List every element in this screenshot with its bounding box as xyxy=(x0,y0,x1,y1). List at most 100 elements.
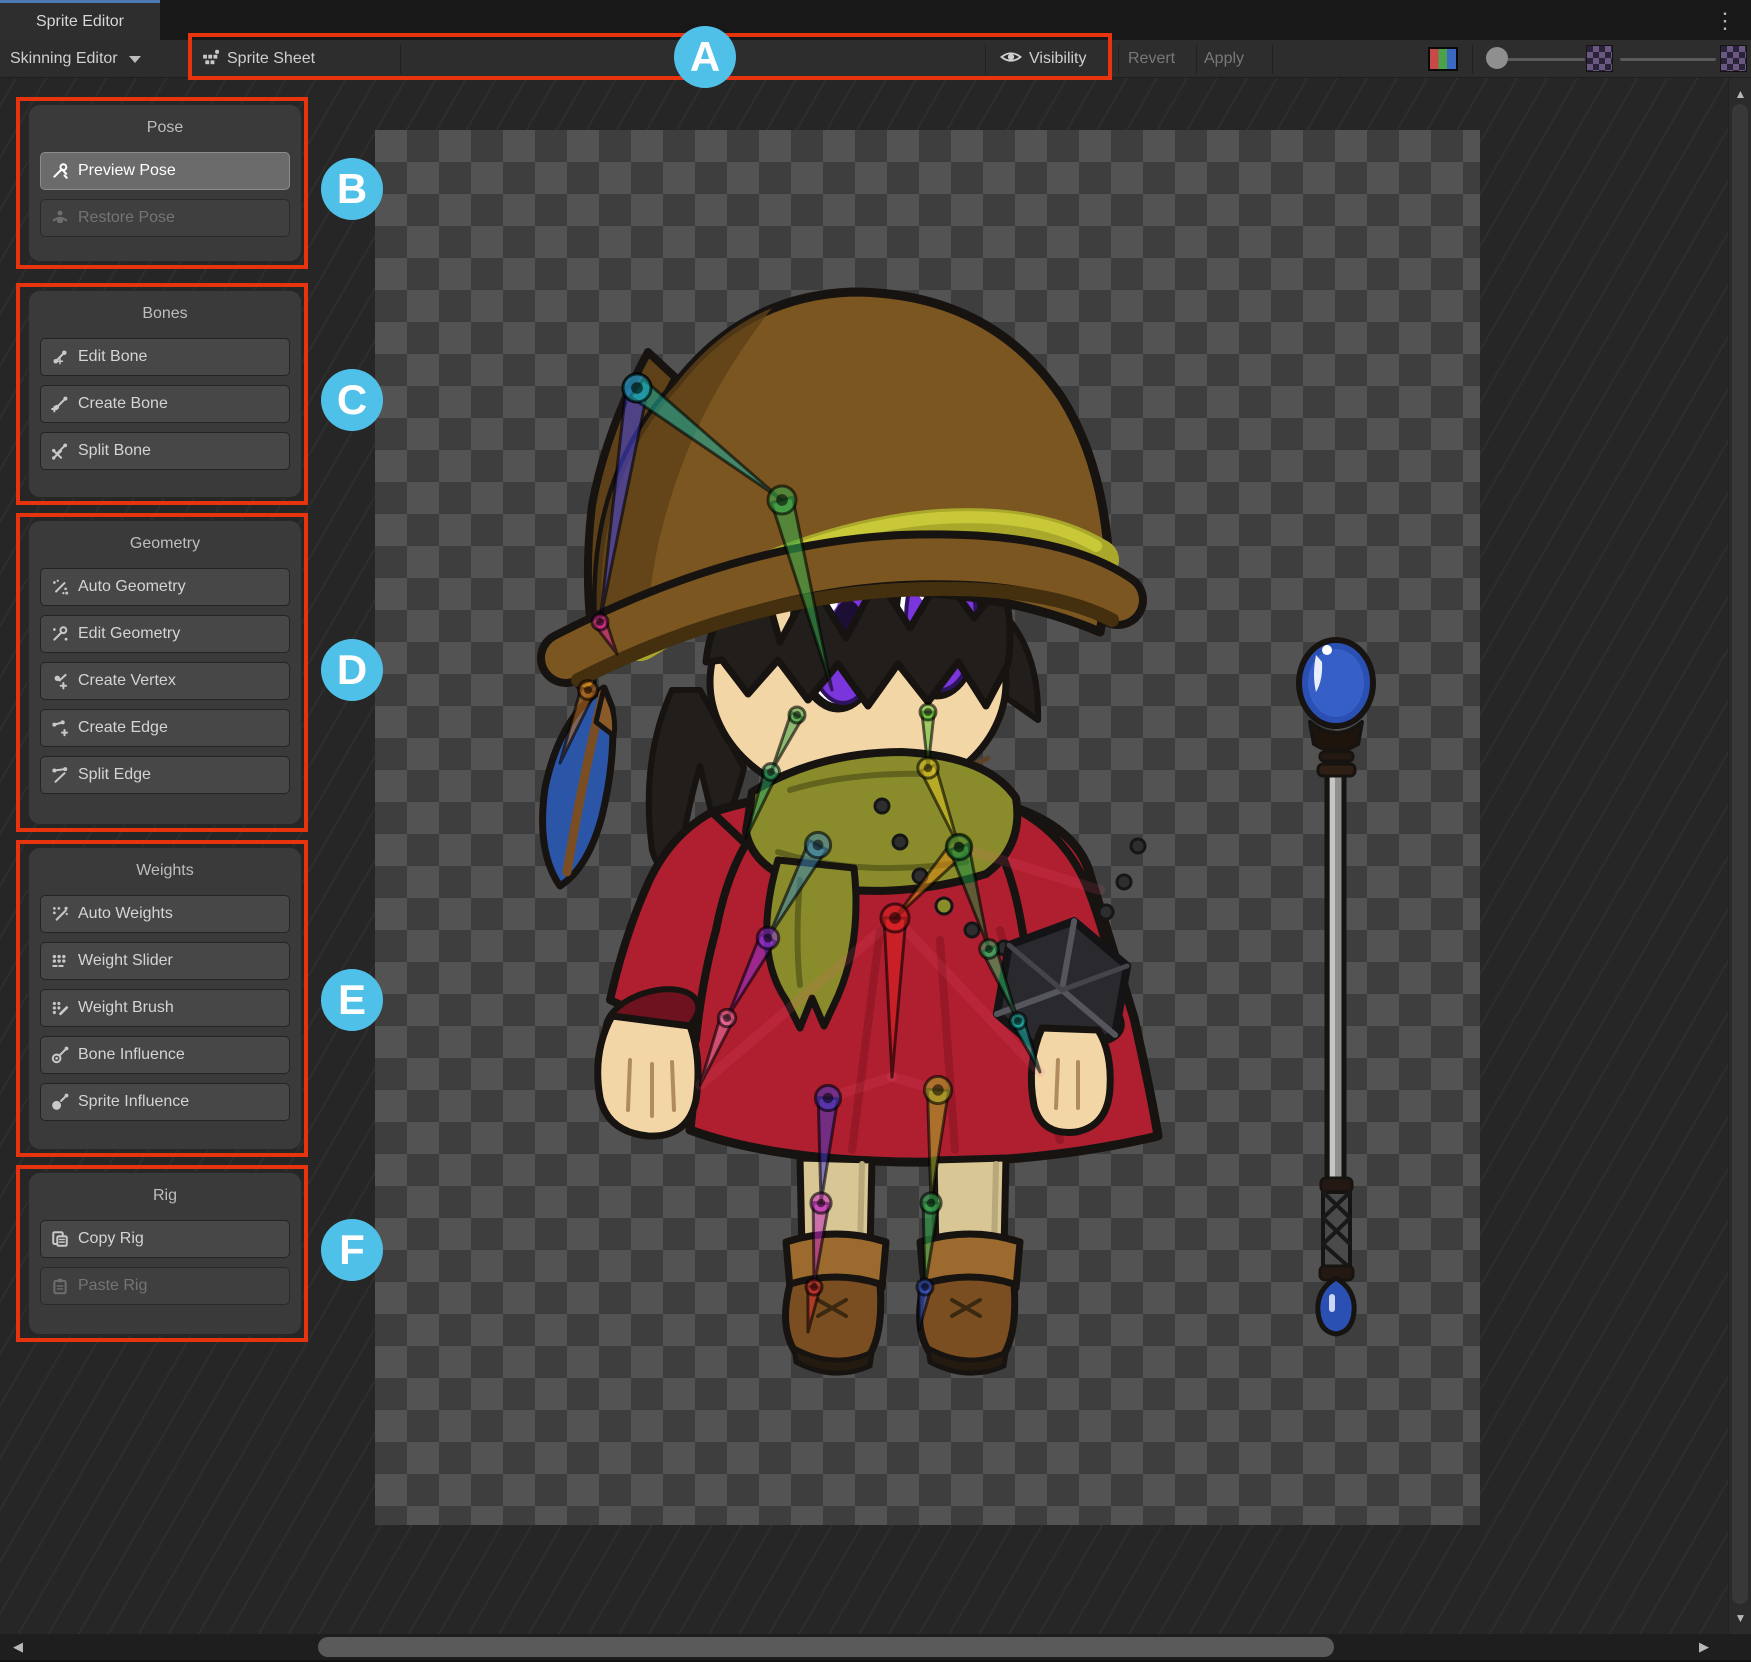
button-label: Create Edge xyxy=(78,719,168,737)
sprite-sheet-button[interactable]: Sprite Sheet xyxy=(202,40,315,78)
scroll-down-icon[interactable]: ▼ xyxy=(1729,1608,1751,1628)
bone-opacity-slider-track[interactable] xyxy=(1620,58,1716,61)
annotation-badge-d: D xyxy=(321,639,383,701)
edit-bone-button[interactable]: Edit Bone xyxy=(40,338,290,376)
weight-slider-button[interactable]: Weight Slider xyxy=(40,942,290,980)
geo-auto-icon xyxy=(51,578,69,596)
copy-rig-button[interactable]: Copy Rig xyxy=(40,1220,290,1258)
horizontal-scrollbar-thumb[interactable] xyxy=(318,1637,1334,1657)
toolbar-separator xyxy=(1472,44,1473,74)
vertical-scrollbar[interactable]: ▲ ▼ xyxy=(1728,78,1751,1634)
create-edge-button[interactable]: Create Edge xyxy=(40,709,290,747)
bone-edit-icon xyxy=(51,348,69,366)
scroll-right-icon[interactable]: ▶ xyxy=(1692,1634,1716,1660)
split-bone-button[interactable]: Split Bone xyxy=(40,432,290,470)
weight-brush-button[interactable]: Weight Brush xyxy=(40,989,290,1027)
revert-button[interactable]: Revert xyxy=(1128,40,1175,78)
auto-weights-button[interactable]: Auto Weights xyxy=(40,895,290,933)
button-label: Split Bone xyxy=(78,442,151,460)
bone-influence-button[interactable]: Bone Influence xyxy=(40,1036,290,1074)
auto-geometry-button[interactable]: Auto Geometry xyxy=(40,568,290,606)
paste-rig-button[interactable]: Paste Rig xyxy=(40,1267,290,1305)
bone-create-icon xyxy=(51,395,69,413)
sprite-sheet-label: Sprite Sheet xyxy=(227,50,315,68)
sprite-canvas[interactable] xyxy=(375,130,1480,1525)
sprite-opacity-slider-knob[interactable] xyxy=(1486,47,1508,69)
tools-icon xyxy=(51,162,69,180)
weights-auto-icon xyxy=(51,905,69,923)
copy-icon xyxy=(51,1230,69,1248)
button-label: Bone Influence xyxy=(78,1046,185,1064)
panel-weights: Weights Auto Weights Weight Slider Weight B… xyxy=(28,847,302,1150)
sprite-opacity-slider-track[interactable] xyxy=(1500,58,1585,61)
panel-title: Bones xyxy=(40,299,290,329)
kebab-menu-icon[interactable]: ⋮ xyxy=(1717,4,1733,38)
mode-dropdown[interactable]: Skinning Editor xyxy=(10,40,141,78)
tab-title: Sprite Editor xyxy=(36,13,124,31)
annotation-badge-b: B xyxy=(321,158,383,220)
create-vertex-button[interactable]: Create Vertex xyxy=(40,662,290,700)
weight-brush-icon xyxy=(51,999,69,1017)
edge-create-icon xyxy=(51,719,69,737)
chevron-down-icon xyxy=(129,56,141,63)
button-label: Auto Geometry xyxy=(78,578,186,596)
vertical-scrollbar-thumb[interactable] xyxy=(1732,104,1748,1604)
panel-pose: PosePreview PoseRestore Pose xyxy=(28,104,302,262)
tab-strip: Sprite Editor ⋮ xyxy=(0,0,1751,40)
preview-pose-button[interactable]: Preview Pose xyxy=(40,152,290,190)
panel-title: Weights xyxy=(40,856,290,886)
panel-bones: Bones Edit Bone Create Bone Split Bone xyxy=(28,290,302,498)
sprite-texture-icon xyxy=(1586,45,1613,72)
staff-sprite xyxy=(1299,640,1373,1334)
annotation-badge-e: E xyxy=(321,969,383,1031)
annotation-badge-c: C xyxy=(321,369,383,431)
split-edge-button[interactable]: Split Edge xyxy=(40,756,290,794)
mode-dropdown-label: Skinning Editor xyxy=(10,50,118,68)
visibility-button[interactable]: Visibility xyxy=(1000,40,1087,78)
paste-icon xyxy=(51,1277,69,1295)
edge-split-icon xyxy=(51,766,69,784)
bone-texture-icon xyxy=(1720,45,1747,72)
annotation-badge-a: A xyxy=(674,26,736,88)
horizontal-scrollbar[interactable]: ◀ ▶ xyxy=(0,1634,1751,1660)
button-label: Auto Weights xyxy=(78,905,173,923)
toolbar-separator xyxy=(1196,44,1197,74)
scroll-left-icon[interactable]: ◀ xyxy=(6,1634,30,1660)
panel-title: Rig xyxy=(40,1181,290,1211)
button-label: Copy Rig xyxy=(78,1230,144,1248)
sprite-sheet-icon xyxy=(202,48,220,71)
sprite-influence-icon xyxy=(51,1093,69,1111)
button-label: Weight Slider xyxy=(78,952,173,970)
button-label: Edit Geometry xyxy=(78,625,180,643)
button-label: Weight Brush xyxy=(78,999,174,1017)
button-label: Sprite Influence xyxy=(78,1093,189,1111)
apply-button[interactable]: Apply xyxy=(1204,40,1244,78)
toolbar-separator xyxy=(1272,44,1273,74)
restore-pose-button[interactable]: Restore Pose xyxy=(40,199,290,237)
button-label: Preview Pose xyxy=(78,162,176,180)
button-label: Split Edge xyxy=(78,766,151,784)
scroll-up-icon[interactable]: ▲ xyxy=(1729,84,1751,104)
annotation-badge-f: F xyxy=(321,1219,383,1281)
toolbar-separator xyxy=(190,44,191,74)
revert-label: Revert xyxy=(1128,50,1175,68)
panel-title: Geometry xyxy=(40,529,290,559)
edit-geometry-button[interactable]: Edit Geometry xyxy=(40,615,290,653)
toolbar-separator xyxy=(1118,44,1119,74)
apply-label: Apply xyxy=(1204,50,1244,68)
tab-sprite-editor[interactable]: Sprite Editor xyxy=(0,0,160,40)
button-label: Edit Bone xyxy=(78,348,147,366)
color-swatch[interactable] xyxy=(1428,47,1458,71)
bone-split-icon xyxy=(51,442,69,460)
button-label: Create Bone xyxy=(78,395,168,413)
vertex-create-icon xyxy=(51,672,69,690)
bone-influence-icon xyxy=(51,1046,69,1064)
button-label: Create Vertex xyxy=(78,672,176,690)
toolbar: Skinning Editor Sprite Sheet Visibility … xyxy=(0,40,1751,78)
weight-slider-icon xyxy=(51,952,69,970)
toolbar-separator xyxy=(400,44,401,74)
sprite-influence-button[interactable]: Sprite Influence xyxy=(40,1083,290,1121)
panel-geometry: Geometry Auto Geometry Edit Geometry Create… xyxy=(28,520,302,825)
create-bone-button[interactable]: Create Bone xyxy=(40,385,290,423)
panel-rig: Rig Copy Rig Paste Rig xyxy=(28,1172,302,1335)
